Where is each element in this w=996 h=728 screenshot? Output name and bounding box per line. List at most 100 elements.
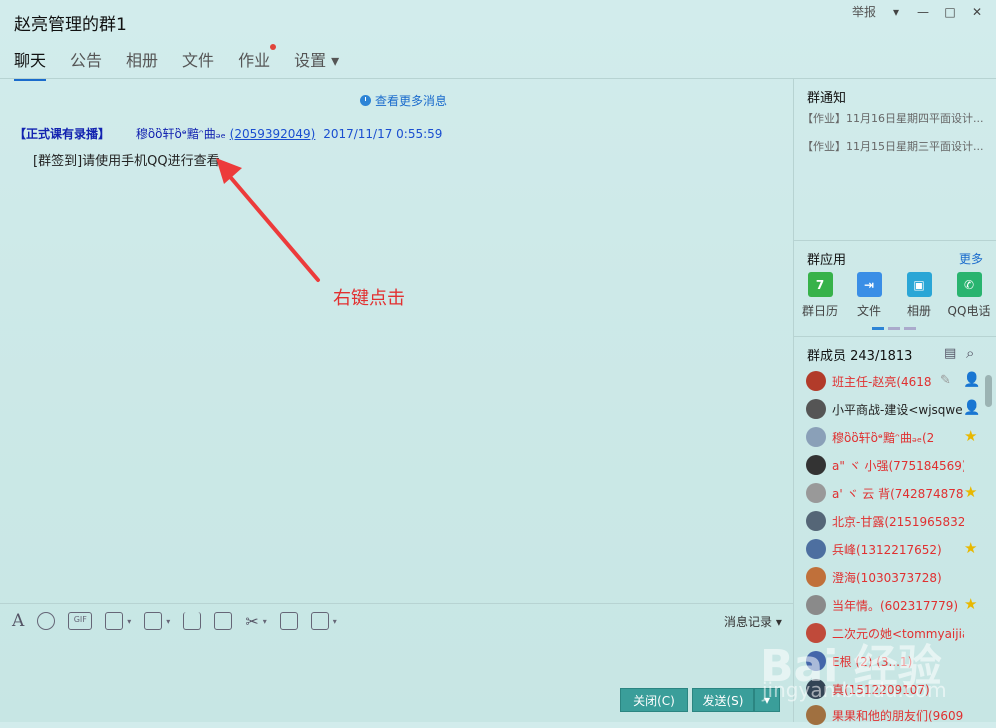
- apps-divider: [794, 336, 996, 337]
- sender-qq[interactable]: (2059392049): [230, 127, 316, 141]
- emoji-icon[interactable]: [37, 612, 56, 630]
- app-label: 文件: [856, 304, 881, 318]
- members-title: 群成员 243/1813: [807, 349, 913, 364]
- member-name: 班主任-赵亮(4618: [832, 374, 932, 389]
- app-label: 群日历: [801, 304, 838, 318]
- scissors-icon[interactable]: ✂: [245, 612, 258, 631]
- search-icon[interactable]: ⌕: [966, 344, 974, 362]
- caret-icon[interactable]: ▾: [127, 617, 131, 626]
- calendar-icon: 7: [807, 272, 833, 297]
- view-more-label: 查看更多消息: [375, 94, 448, 108]
- send-button[interactable]: 发送(S): [692, 688, 754, 712]
- report-link[interactable]: 举报: [852, 3, 876, 20]
- caret-icon[interactable]: ▾: [333, 617, 337, 626]
- member-item[interactable]: a' ヾ 云 背(742874878): [806, 480, 964, 506]
- tab-homework[interactable]: 作业: [238, 44, 277, 77]
- page-indicator-active[interactable]: [872, 327, 884, 330]
- notice-item[interactable]: 【作业】11月16日星期四平面设计...: [802, 110, 992, 126]
- avatar: [806, 371, 826, 391]
- member-name: 当年情。(602317779): [832, 598, 959, 613]
- file-icon: ⇥: [856, 272, 882, 297]
- maximize-icon[interactable]: □: [941, 3, 959, 21]
- edit-icon[interactable]: ✎: [940, 373, 951, 388]
- close-icon[interactable]: ✕: [968, 3, 986, 21]
- notice-title: 群通知: [807, 91, 847, 106]
- page-indicator[interactable]: [904, 327, 916, 330]
- app-album[interactable]: ▣ 相册: [894, 272, 944, 319]
- member-manage-icon[interactable]: ▤: [944, 346, 956, 361]
- app-calendar[interactable]: 7 群日历: [795, 272, 845, 319]
- member-name: 北京-甘露(2151965832): [832, 514, 964, 529]
- gif-icon[interactable]: GIF: [68, 612, 93, 630]
- caret-icon[interactable]: ▾: [166, 617, 170, 626]
- header-divider: [0, 78, 996, 79]
- member-item[interactable]: 果果和他的朋友们(9609113: [806, 702, 964, 728]
- avatar: [806, 595, 826, 615]
- panel-divider: [793, 78, 794, 722]
- watermark-url: jingyan.baidu.com: [762, 678, 947, 702]
- avatar: [806, 399, 826, 419]
- box-icon[interactable]: [214, 612, 233, 630]
- member-item[interactable]: 当年情。(602317779): [806, 592, 964, 618]
- image-icon[interactable]: [144, 612, 163, 630]
- close-button[interactable]: 关闭(C): [620, 688, 688, 712]
- member-name: 小平商战-建设<wjsqwe: [832, 402, 963, 417]
- red-packet-icon[interactable]: [279, 612, 298, 630]
- sender-name[interactable]: 穆ὂὂ轩ὂᶱ黯ᵔ曲ₔₑ: [136, 127, 226, 141]
- star-icon: ★: [964, 539, 978, 557]
- minimize-icon[interactable]: —: [914, 3, 932, 21]
- screen-icon[interactable]: [310, 612, 329, 630]
- notification-dot: [270, 44, 277, 50]
- message-time: 2017/11/17 0:55:59: [323, 127, 443, 141]
- sender-tag: 【正式课有录播】: [14, 127, 111, 141]
- tab-announcement[interactable]: 公告: [70, 47, 102, 77]
- input-divider: [0, 603, 793, 604]
- avatar: [806, 567, 826, 587]
- member-scrollbar[interactable]: [985, 375, 992, 407]
- member-name: 兵峰(1312217652): [832, 542, 942, 557]
- member-item[interactable]: 小平商战-建设<wjsqwe: [806, 396, 964, 422]
- tab-settings[interactable]: 设置 ▾: [294, 47, 339, 77]
- owner-icon: 👤: [963, 372, 981, 388]
- member-item[interactable]: a" ヾ 小强(775184569): [806, 452, 964, 478]
- gift-icon[interactable]: [105, 612, 124, 630]
- member-item[interactable]: 兵峰(1312217652): [806, 536, 964, 562]
- album-icon: ▣: [906, 272, 932, 297]
- tab-homework-label: 作业: [238, 51, 271, 70]
- input-toolbar: A GIF ▾ ▾ ✂ ▾ ▾: [12, 611, 337, 631]
- avatar: [806, 539, 826, 559]
- message-history-button[interactable]: 消息记录 ▾: [724, 613, 782, 630]
- tab-chat[interactable]: 聊天: [14, 47, 47, 81]
- app-files[interactable]: ⇥ 文件: [844, 272, 894, 319]
- app-qq-call[interactable]: ✆ QQ电话: [944, 272, 994, 319]
- font-icon[interactable]: A: [12, 611, 24, 631]
- avatar: [806, 455, 826, 475]
- notice-divider: [794, 240, 996, 241]
- tab-bar: 聊天 公告 相册 文件 作业 设置 ▾: [14, 44, 363, 81]
- caret-icon[interactable]: ▾: [263, 617, 267, 626]
- member-item[interactable]: 北京-甘露(2151965832): [806, 508, 964, 534]
- page-indicator[interactable]: [888, 327, 900, 330]
- tab-album[interactable]: 相册: [126, 47, 158, 77]
- app-label: 相册: [906, 304, 931, 318]
- avatar: [806, 427, 826, 447]
- clock-icon: [360, 95, 371, 106]
- apps-more-link[interactable]: 更多: [959, 250, 983, 267]
- member-item[interactable]: 穆ὂὂ轩ὂᶱ黯ᵔ曲ₔₑ(2: [806, 424, 964, 450]
- view-more-messages[interactable]: 查看更多消息: [360, 92, 447, 109]
- message-text[interactable]: [群签到]请使用手机QQ进行查看。: [33, 150, 233, 169]
- annotation-arrow: [216, 158, 320, 282]
- member-item[interactable]: 澄海(1030373728): [806, 564, 964, 590]
- tab-files[interactable]: 文件: [182, 47, 214, 77]
- upload-icon[interactable]: [183, 612, 202, 630]
- dropdown-icon[interactable]: ▾: [887, 3, 905, 21]
- avatar: [806, 483, 826, 503]
- member-name: 澄海(1030373728): [832, 570, 942, 585]
- star-icon: ★: [964, 427, 978, 445]
- annotation-text: 右键点击: [333, 288, 405, 309]
- member-name: 果果和他的朋友们(9609113: [832, 708, 964, 723]
- member-name: a" ヾ 小强(775184569): [832, 458, 964, 473]
- notice-item[interactable]: 【作业】11月15日星期三平面设计...: [802, 138, 992, 154]
- phone-icon: ✆: [956, 272, 982, 297]
- avatar: [806, 511, 826, 531]
